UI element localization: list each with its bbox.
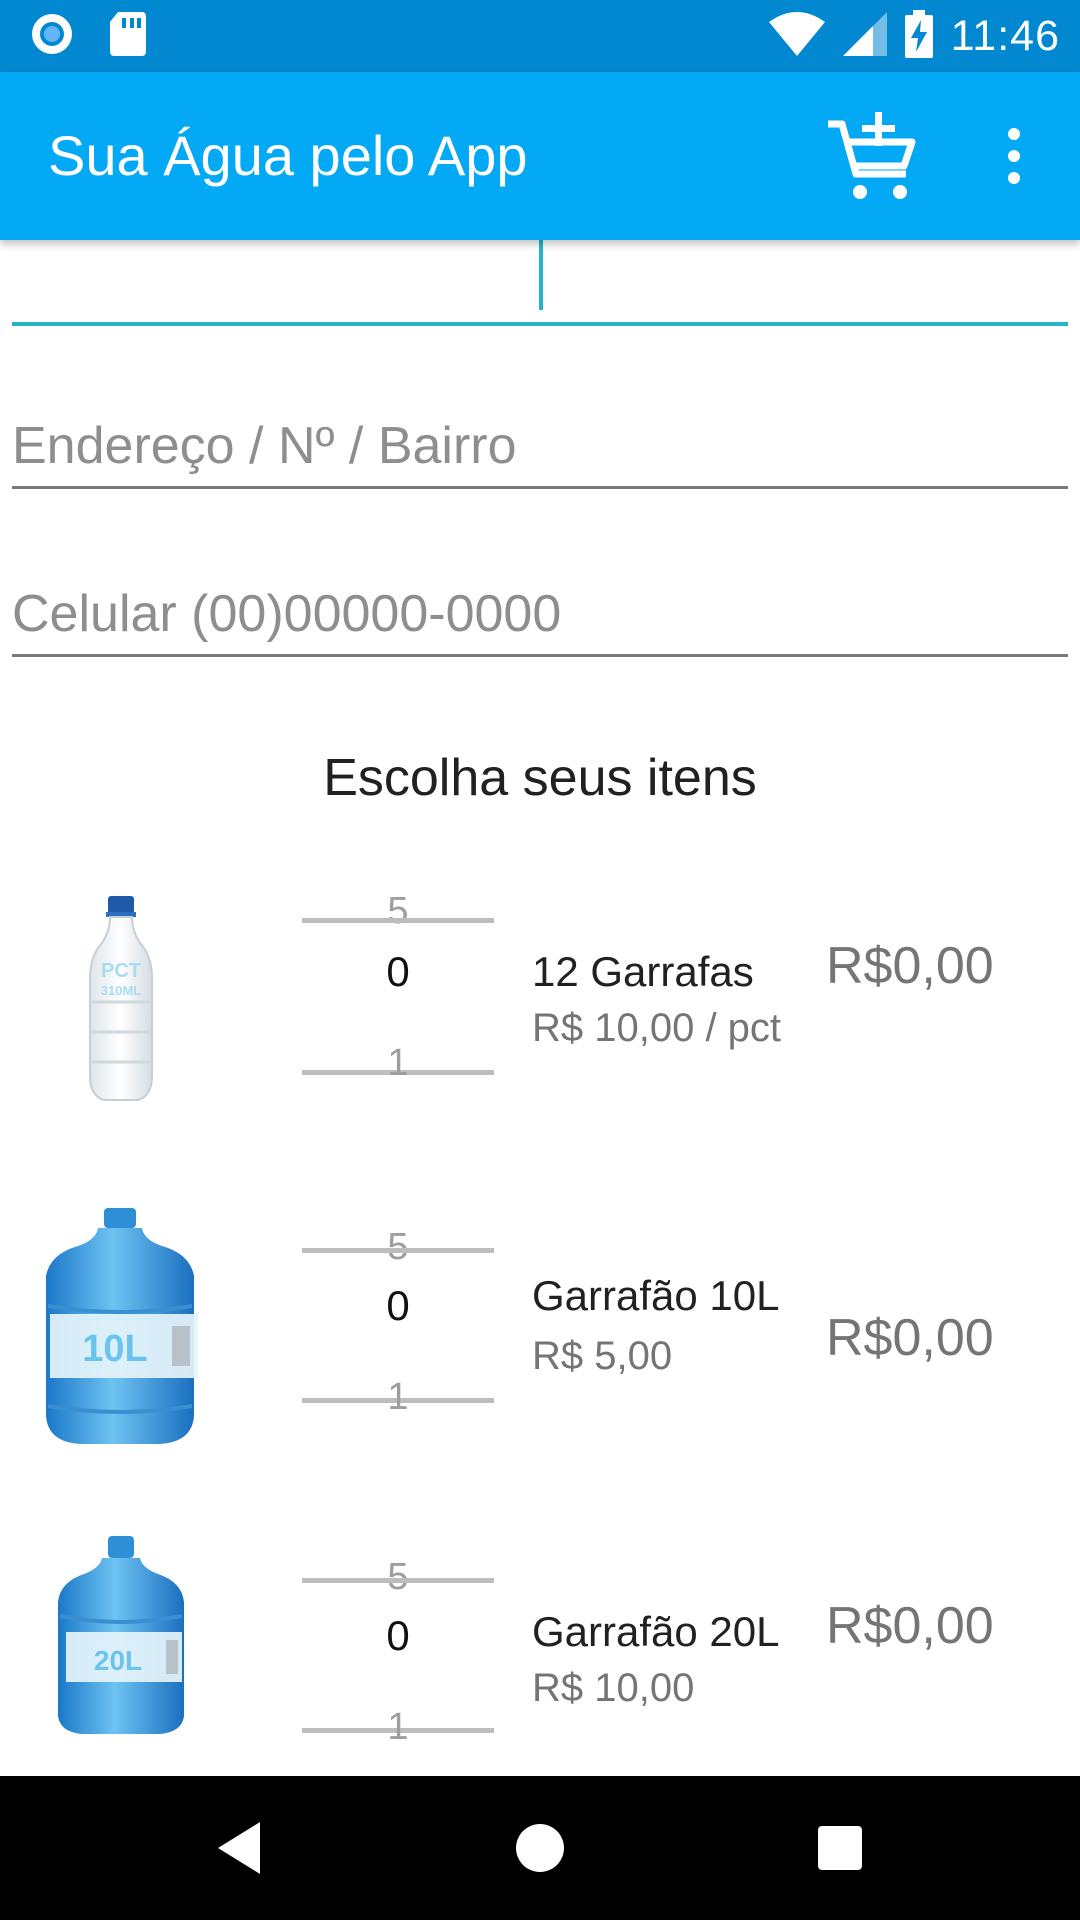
- quantity-picker[interactable]: 5 0 1: [302, 1556, 494, 1756]
- add-to-cart-button[interactable]: [826, 108, 922, 204]
- picker-current-value[interactable]: 0: [302, 1282, 494, 1330]
- phone-field[interactable]: [12, 574, 1068, 657]
- picker-next-value[interactable]: 1: [302, 1042, 494, 1085]
- product-unit-price: R$ 5,00: [532, 1334, 673, 1378]
- status-left-icons: [30, 11, 146, 61]
- recents-button[interactable]: [804, 1812, 876, 1884]
- product-name: Garrafão 20L: [532, 1608, 780, 1655]
- more-vert-icon: [1008, 128, 1020, 184]
- picker-divider: [302, 918, 494, 923]
- bottle-label-sub: 310ML: [101, 983, 142, 998]
- quantity-picker[interactable]: 5 0 1: [302, 890, 494, 1090]
- add-to-cart-icon: [828, 112, 916, 199]
- phone-input[interactable]: [12, 574, 1068, 654]
- app-title: Sua Água pelo App: [48, 124, 528, 187]
- picker-divider: [302, 1578, 494, 1583]
- text-cursor: [539, 240, 543, 310]
- address-input[interactable]: [12, 406, 1068, 486]
- product-total: R$0,00: [826, 937, 994, 995]
- bottle-image: PCT 310ML: [40, 882, 200, 1112]
- signal-icon: [842, 11, 887, 61]
- overflow-menu-button[interactable]: [990, 124, 1038, 188]
- jug-10l-image: 10L: [40, 1206, 200, 1446]
- home-icon: [516, 1824, 564, 1872]
- product-total: R$0,00: [826, 1309, 994, 1367]
- bottle-label: PCT: [101, 960, 141, 982]
- address-field[interactable]: [12, 406, 1068, 489]
- clock: 11:46: [950, 11, 1060, 60]
- jug-label: 20L: [94, 1645, 142, 1676]
- back-button[interactable]: [202, 1812, 274, 1884]
- product-unit-price: R$ 10,00: [532, 1666, 695, 1710]
- picker-prev-value[interactable]: 5: [302, 890, 494, 933]
- wifi-icon: [768, 11, 825, 61]
- product-row: 20L 5 0 1 Garrafão 20L R$ 10,00 R$0,00: [0, 1530, 1080, 1790]
- product-row: PCT 310ML 5 0 1 12 Garrafas R$ 10,00 / p…: [0, 870, 1080, 1130]
- app-bar: Sua Água pelo App: [0, 72, 1080, 240]
- picker-next-value[interactable]: 1: [302, 1376, 494, 1419]
- product-total: R$0,00: [826, 1597, 994, 1655]
- back-icon: [218, 1822, 260, 1874]
- home-button[interactable]: [504, 1812, 576, 1884]
- product-unit-price: R$ 10,00 / pct: [532, 1006, 782, 1050]
- recents-icon: [818, 1826, 862, 1870]
- battery-charging-icon: [904, 9, 933, 63]
- jug-label: 10L: [82, 1328, 147, 1370]
- picker-current-value[interactable]: 0: [302, 1612, 494, 1660]
- quantity-picker[interactable]: 5 0 1: [302, 1226, 494, 1426]
- product-row: 10L 5 0 1 Garrafão 10L R$ 5,00 R$0,00: [0, 1200, 1080, 1460]
- radio-icon: [30, 12, 74, 61]
- product-name: Garrafão 10L: [532, 1272, 780, 1319]
- section-title: Escolha seus itens: [323, 749, 757, 807]
- picker-next-value[interactable]: 1: [302, 1706, 494, 1749]
- status-right-icons: 11:46: [768, 9, 1060, 63]
- status-bar: 11:46: [0, 0, 1080, 72]
- picker-current-value[interactable]: 0: [302, 948, 494, 996]
- sd-card-icon: [110, 11, 146, 61]
- picker-divider: [302, 1248, 494, 1253]
- product-name: 12 Garrafas: [532, 948, 754, 995]
- navigation-bar: [0, 1776, 1080, 1920]
- jug-20l-image: 20L: [40, 1536, 200, 1776]
- name-field[interactable]: [12, 240, 1072, 326]
